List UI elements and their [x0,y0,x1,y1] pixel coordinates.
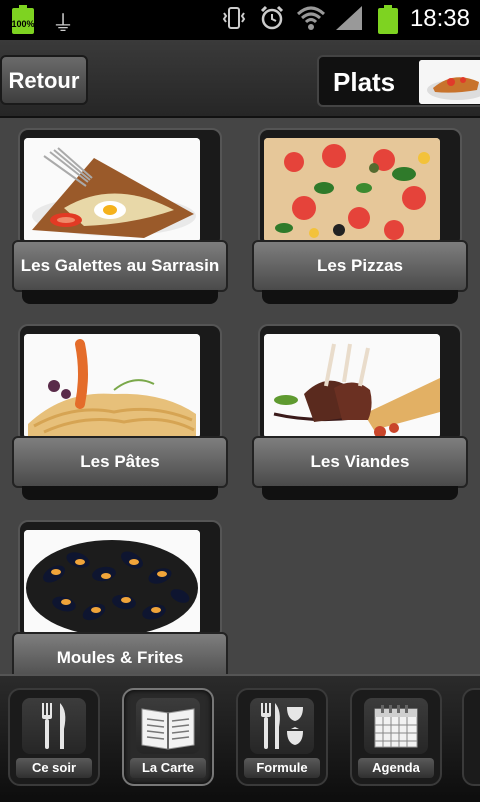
mussels-photo [24,530,200,634]
battery-full-icon: 100% [11,5,35,35]
tab-label: Ce soir [16,758,92,778]
category-label: Les Galettes au Sarrasin [12,240,228,292]
section-title-box: Plats [317,55,480,107]
tab-label: La Carte [130,758,206,778]
pizza-photo [264,138,440,242]
dish-category-grid: Les Galettes au Sarrasin Les Pizzas Les … [0,118,480,674]
category-label: Les Pizzas [252,240,468,292]
vibrate-icon [220,4,248,34]
meat-photo [264,334,440,438]
tab-label: Formule [244,758,320,778]
category-label: Les Pâtes [12,436,228,488]
tab-formule[interactable]: Formule [236,688,328,786]
menu-book-icon [136,698,200,754]
section-thumbnail [419,60,480,104]
battery-percent: 100% [11,19,35,29]
cutlery-wine-icon [250,698,314,754]
signal-icon [334,4,362,34]
cutlery-icon [22,698,86,754]
back-button[interactable]: Retour [0,55,88,105]
status-bar: 100% ⏚ 18:38 [0,0,480,40]
battery-icon [378,5,398,35]
tab-label: Agenda [358,758,434,778]
tab-ce-soir[interactable]: Ce soir [8,688,100,786]
tab-agenda[interactable]: Agenda [350,688,442,786]
app-header: Retour Plats [0,40,480,118]
tab-la-carte[interactable]: La Carte [122,688,214,786]
pasta-photo [24,334,200,438]
bottom-tab-bar: Ce soir La Carte Formule Agenda [0,674,480,802]
page-title: Plats [333,67,396,97]
alarm-icon [258,4,286,34]
calendar-icon [364,698,428,754]
tab-more-partial[interactable] [462,688,480,786]
wifi-icon [296,4,326,34]
galette-photo [24,138,200,242]
category-label: Les Viandes [252,436,468,488]
category-label: Moules & Frites [12,632,228,674]
usb-icon: ⏚ [52,11,75,36]
clock: 18:38 [409,5,470,32]
